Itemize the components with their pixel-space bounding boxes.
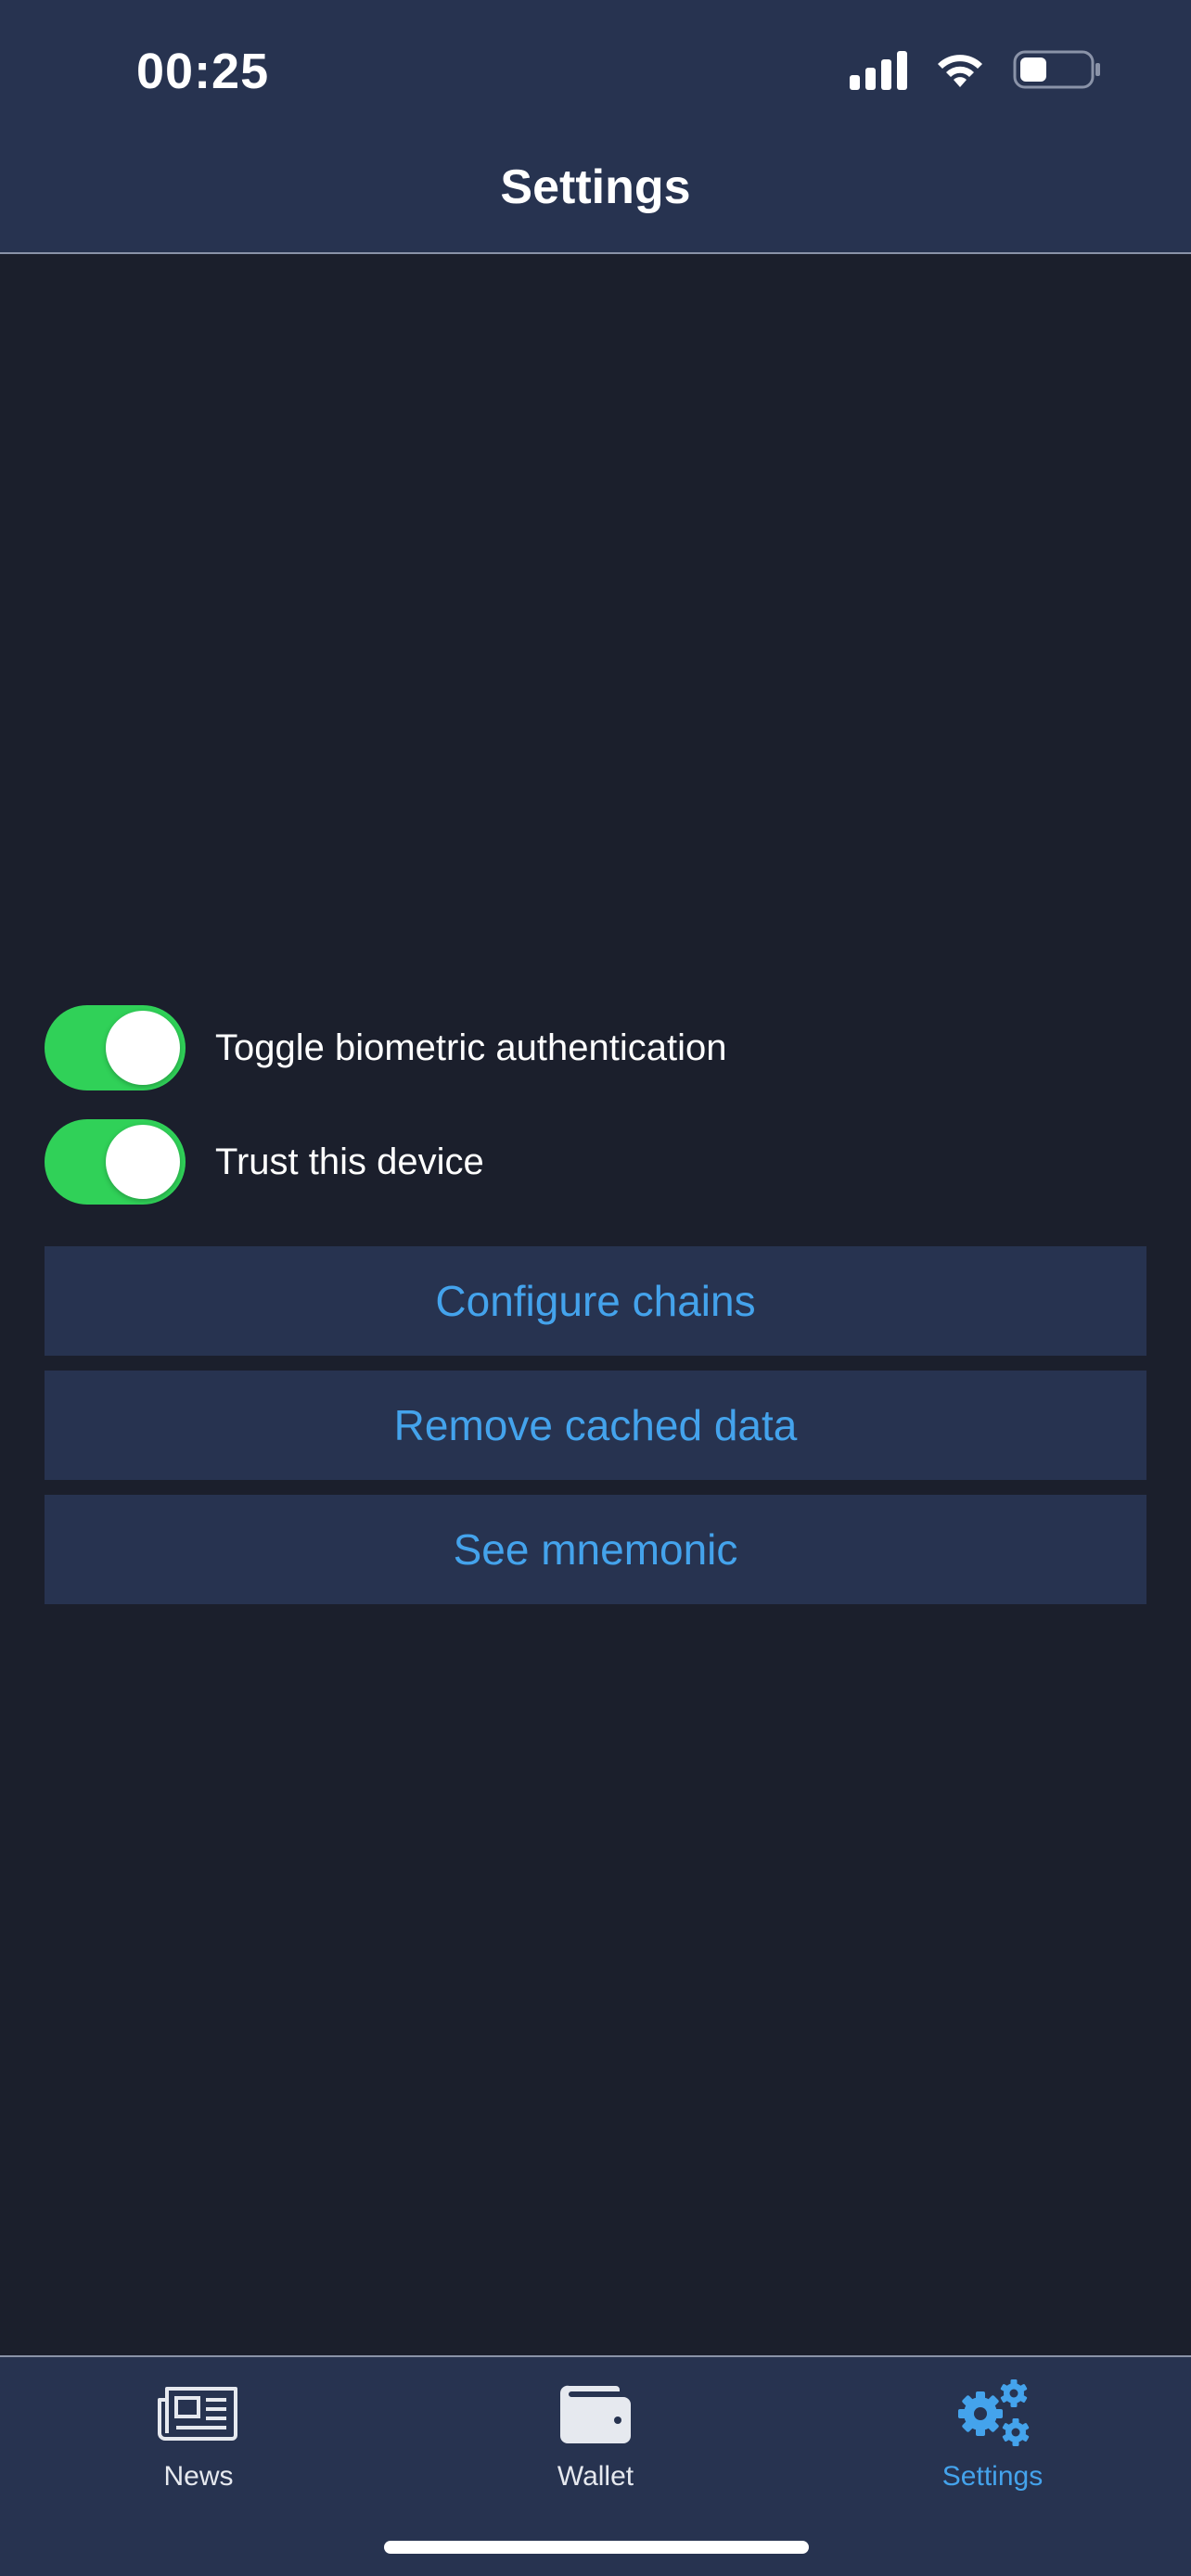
gears-icon [953, 2376, 1032, 2450]
tab-news-label: News [163, 2461, 234, 2492]
biometric-toggle-row: Toggle biometric authentication [45, 1005, 726, 1090]
home-indicator[interactable] [384, 2541, 809, 2554]
settings-screen: 00:25 Settings Toggle biometric authenti… [0, 0, 1191, 2576]
remove-cached-data-button[interactable]: Remove cached data [45, 1371, 1146, 1480]
tab-news[interactable]: News [0, 2357, 397, 2515]
tab-wallet-label: Wallet [557, 2461, 634, 2492]
tab-settings[interactable]: Settings [794, 2357, 1191, 2515]
status-icons [850, 48, 1102, 91]
see-mnemonic-button[interactable]: See mnemonic [45, 1495, 1146, 1604]
newspaper-icon [158, 2376, 239, 2450]
trust-device-toggle-label: Trust this device [215, 1141, 484, 1182]
tab-wallet[interactable]: Wallet [397, 2357, 794, 2515]
cellular-signal-icon [850, 49, 907, 90]
battery-icon [1013, 50, 1100, 89]
toggle-knob [106, 1011, 180, 1085]
wallet-icon [558, 2376, 633, 2450]
biometric-toggle-label: Toggle biometric authentication [215, 1027, 727, 1068]
status-time: 00:25 [136, 44, 270, 99]
tab-settings-label: Settings [941, 2461, 1044, 2492]
wifi-icon [938, 55, 982, 87]
configure-chains-button[interactable]: Configure chains [45, 1246, 1146, 1356]
toggle-knob [106, 1125, 180, 1199]
trust-device-toggle-row: Trust this device [45, 1119, 484, 1205]
header-bar: 00:25 Settings [0, 0, 1191, 254]
page-title: Settings [500, 160, 691, 214]
biometric-toggle[interactable] [45, 1005, 186, 1090]
trust-device-toggle[interactable] [45, 1119, 186, 1205]
